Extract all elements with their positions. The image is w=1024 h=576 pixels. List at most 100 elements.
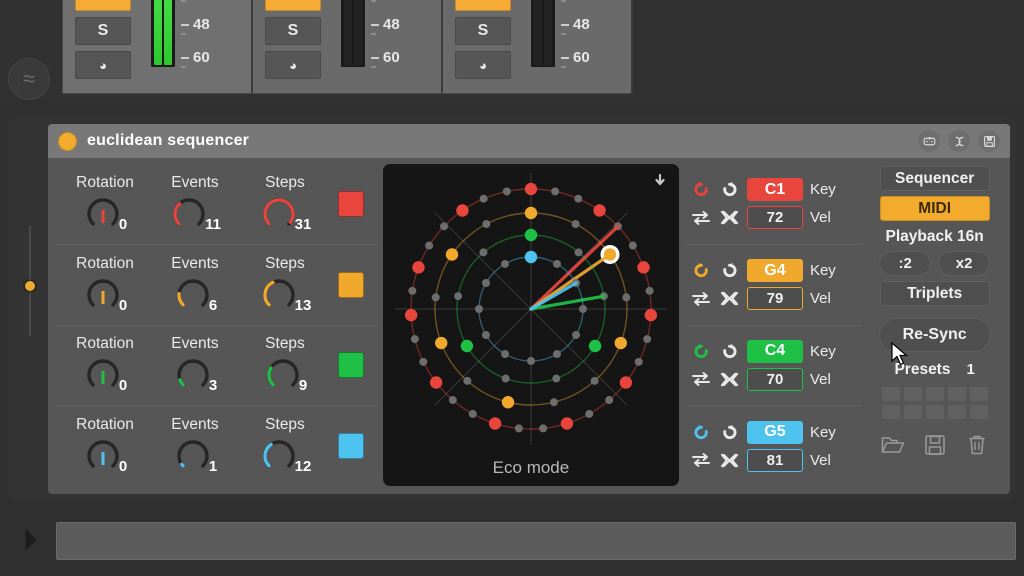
- preset-slot[interactable]: [947, 405, 966, 419]
- steps-label: Steps: [265, 335, 305, 353]
- key-velocity-row: G5 Key 81 Vel: [685, 406, 861, 486]
- velocity-value[interactable]: 72: [746, 206, 803, 230]
- meter-scale-minor: [561, 66, 566, 68]
- rotation-knob[interactable]: [83, 194, 123, 234]
- steps-knob[interactable]: [259, 275, 299, 315]
- visualizer-step: [574, 194, 583, 203]
- midi-button[interactable]: MIDI: [879, 196, 990, 221]
- key-value[interactable]: G5: [746, 420, 803, 444]
- device-power-led[interactable]: [58, 131, 77, 151]
- voice-color-swatch[interactable]: [338, 433, 364, 460]
- voice-color-swatch[interactable]: [338, 271, 364, 298]
- visualizer-step: [479, 194, 488, 203]
- preset-slot[interactable]: [925, 405, 944, 419]
- waveform-icon[interactable]: ≈: [8, 58, 50, 100]
- rotation-label: Rotation: [76, 173, 134, 191]
- empty-device-slot[interactable]: [56, 522, 1016, 560]
- voice-color-swatch[interactable]: [338, 352, 364, 379]
- mixer-track-number[interactable]: 3: [455, 0, 511, 11]
- save-icon[interactable]: [922, 432, 948, 458]
- preset-slot[interactable]: [925, 387, 944, 401]
- folder-open-icon[interactable]: [880, 432, 906, 458]
- rotation-knob[interactable]: [83, 436, 123, 476]
- triplets-button[interactable]: Triplets: [879, 281, 990, 306]
- solo-button[interactable]: S: [265, 17, 321, 45]
- rotate-back-icon[interactable]: [719, 260, 740, 281]
- times-two-button[interactable]: x2: [938, 251, 991, 276]
- rail-slider-handle[interactable]: [25, 281, 35, 291]
- shuffle-icon[interactable]: [719, 207, 740, 228]
- swap-icon[interactable]: [691, 450, 712, 471]
- phase-icon[interactable]: ◕: [455, 51, 511, 79]
- rotate-forward-icon[interactable]: [691, 179, 712, 200]
- mixer-track-strip: 1 S ◕ 36 48 60 2 S: [62, 0, 633, 94]
- meter-scale-minor: [181, 0, 186, 2]
- swap-icon[interactable]: [691, 207, 712, 228]
- preset-grid: [881, 387, 988, 419]
- key-value[interactable]: G4: [746, 259, 803, 283]
- midi-icon[interactable]: [918, 130, 940, 152]
- visualizer-step: [549, 398, 558, 407]
- trash-icon[interactable]: [964, 432, 990, 458]
- meter-scale-tick: 60: [371, 49, 400, 66]
- preset-slot[interactable]: [947, 387, 966, 401]
- phase-icon[interactable]: ◕: [75, 51, 131, 79]
- visualizer-active-step: [524, 182, 538, 196]
- rotate-back-icon[interactable]: [719, 422, 740, 443]
- solo-button[interactable]: S: [75, 17, 131, 45]
- shuffle-icon[interactable]: [719, 369, 740, 390]
- scale-dash-small: [561, 33, 566, 35]
- velocity-value[interactable]: 79: [746, 287, 803, 311]
- events-knob[interactable]: [173, 275, 213, 315]
- shuffle-icon[interactable]: [719, 450, 740, 471]
- rotate-forward-icon[interactable]: [691, 422, 712, 443]
- mixer-track-number[interactable]: 1: [75, 0, 131, 11]
- events-knob[interactable]: [173, 355, 213, 395]
- swap-icon[interactable]: [691, 369, 712, 390]
- arrow-down-icon[interactable]: [649, 170, 671, 192]
- swap-icon[interactable]: [691, 288, 712, 309]
- steps-knob[interactable]: [263, 355, 303, 395]
- steps-knob[interactable]: [259, 194, 299, 234]
- visualizer-step: [552, 350, 561, 359]
- playback-divide-multiply: :2 x2: [879, 251, 991, 276]
- events-knob[interactable]: [169, 194, 209, 234]
- rotation-knob[interactable]: [83, 275, 123, 315]
- rotate-back-icon[interactable]: [719, 341, 740, 362]
- reload-icon[interactable]: [948, 130, 970, 152]
- key-value[interactable]: C4: [746, 339, 803, 363]
- rotation-knob[interactable]: [83, 355, 123, 395]
- visualizer-active-step: [460, 339, 474, 353]
- device-title: euclidean sequencer: [87, 132, 250, 149]
- rotate-forward-icon[interactable]: [691, 341, 712, 362]
- divide-by-two-button[interactable]: :2: [879, 251, 932, 276]
- preset-slot[interactable]: [881, 405, 900, 419]
- preset-slot[interactable]: [969, 405, 988, 419]
- visualizer-step: [481, 279, 490, 287]
- meter-scale-tick: 48: [561, 16, 590, 33]
- events-label: Events: [171, 335, 219, 353]
- steps-knob[interactable]: [259, 436, 299, 476]
- preset-slot[interactable]: [881, 387, 900, 401]
- scale-dash: [181, 23, 189, 26]
- re-sync-button[interactable]: Re-Sync: [878, 318, 991, 352]
- phase-icon[interactable]: ◕: [265, 51, 321, 79]
- preset-slot[interactable]: [969, 387, 988, 401]
- play-triangle-icon[interactable]: ⏵: [8, 519, 52, 563]
- voice-color-swatch[interactable]: [338, 190, 364, 217]
- key-value[interactable]: C1: [746, 178, 803, 202]
- solo-button[interactable]: S: [455, 17, 511, 45]
- velocity-value[interactable]: 81: [746, 448, 803, 472]
- velocity-line: 72 Vel: [691, 206, 861, 230]
- save-icon[interactable]: [978, 130, 1000, 152]
- shuffle-icon[interactable]: [719, 288, 740, 309]
- circular-visualizer[interactable]: Eco mode: [382, 164, 679, 486]
- preset-slot[interactable]: [903, 405, 922, 419]
- preset-slot[interactable]: [903, 387, 922, 401]
- sequencer-button[interactable]: Sequencer: [879, 166, 990, 191]
- rotate-back-icon[interactable]: [719, 179, 740, 200]
- events-knob[interactable]: [173, 436, 213, 476]
- mixer-track-number[interactable]: 2: [265, 0, 321, 11]
- velocity-value[interactable]: 70: [746, 367, 803, 391]
- rotate-forward-icon[interactable]: [691, 260, 712, 281]
